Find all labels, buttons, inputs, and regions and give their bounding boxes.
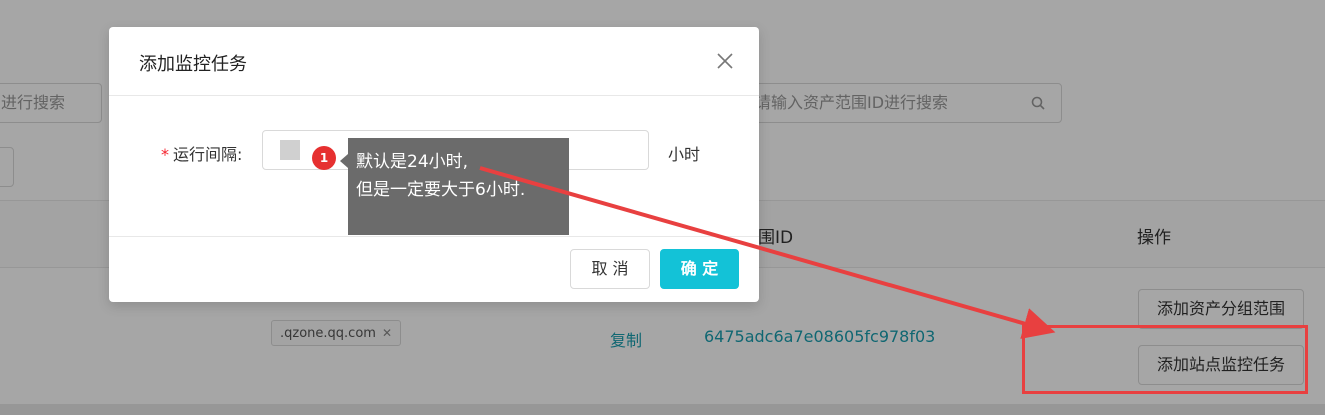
annotation-highlight-box	[1022, 325, 1308, 394]
